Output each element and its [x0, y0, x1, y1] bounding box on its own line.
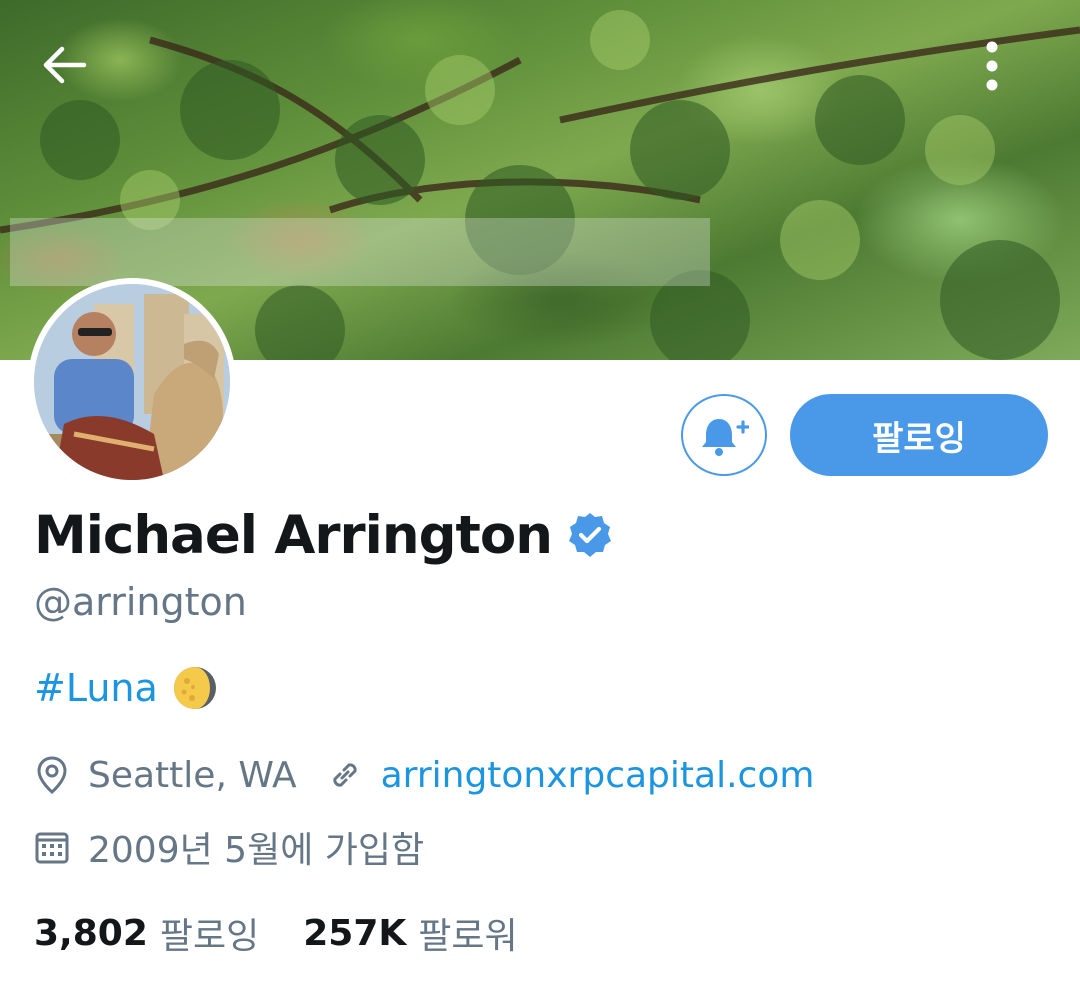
- link-icon: [327, 755, 363, 795]
- website-link[interactable]: arringtonxrpcapital.com: [381, 755, 815, 796]
- moon-emoji-icon: [172, 665, 218, 711]
- following-stat[interactable]: 3,802 팔로잉: [34, 907, 259, 959]
- location-text: Seattle, WA: [88, 754, 297, 796]
- followers-stat[interactable]: 257K 팔로워: [303, 907, 517, 959]
- user-handle: @arrington: [34, 580, 247, 624]
- joined-row: 2009년 5월에 가입함: [34, 822, 424, 872]
- followers-label: 팔로워: [418, 916, 518, 957]
- profile-avatar[interactable]: [28, 278, 236, 486]
- name-row: Michael Arrington: [34, 500, 614, 570]
- back-button[interactable]: [40, 45, 110, 105]
- followers-count: 257K: [303, 912, 407, 954]
- bell-plus-icon: [702, 419, 749, 456]
- avatar-photo: [34, 284, 230, 480]
- arrow-left-icon: [43, 46, 87, 84]
- vertical-dots-icon: [986, 41, 998, 91]
- joined-date-text: 2009년 5월에 가입함: [88, 830, 425, 871]
- location-website-row: Seattle, WA arringtonxrpcapital.com: [34, 750, 814, 800]
- bio: #Luna: [34, 662, 218, 714]
- location-pin-icon: [34, 755, 70, 795]
- bio-hashtag-link[interactable]: #Luna: [34, 666, 158, 710]
- following-button[interactable]: 팔로잉: [790, 394, 1048, 476]
- notifications-button[interactable]: [681, 394, 767, 476]
- following-count: 3,802: [34, 912, 148, 954]
- following-label: 팔로잉: [159, 916, 260, 957]
- display-name: Michael Arrington: [34, 504, 553, 566]
- calendar-icon: [34, 827, 70, 867]
- more-options-button[interactable]: [985, 40, 1040, 110]
- follow-stats: 3,802 팔로잉 257K 팔로워: [34, 908, 518, 958]
- verified-badge-icon: [566, 511, 614, 559]
